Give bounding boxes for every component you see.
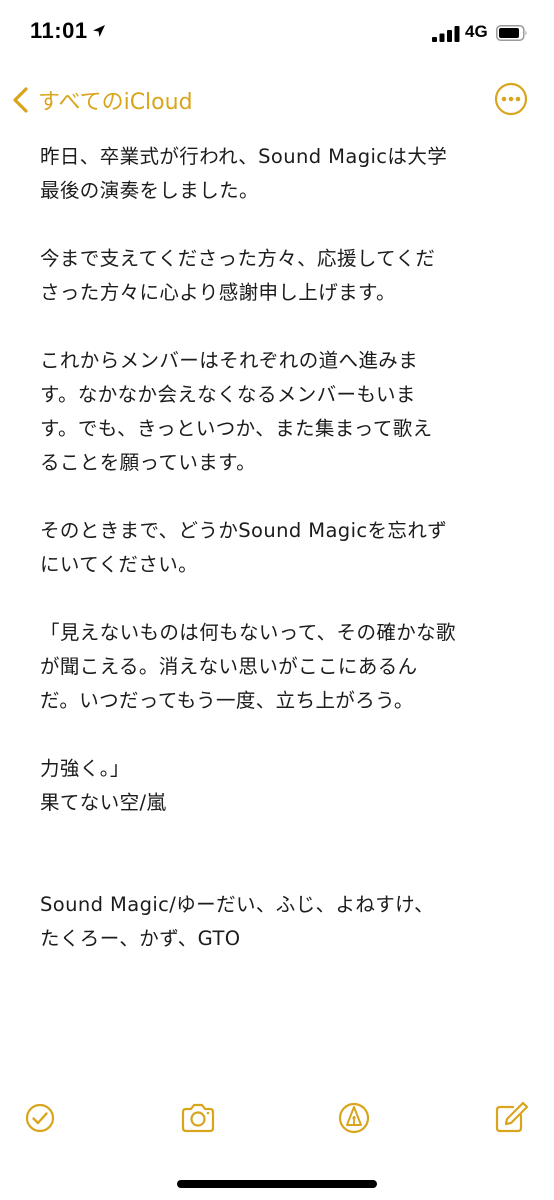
back-button-label: すべてのiCloud bbox=[38, 90, 193, 115]
note-blank-line bbox=[40, 718, 520, 752]
note-line: 力強く。」 bbox=[40, 757, 130, 780]
back-button[interactable]: すべてのiCloud bbox=[10, 80, 193, 120]
note-line: そのときまで、どうかSound Magicを忘れず bbox=[40, 519, 448, 542]
note-blank-line bbox=[40, 310, 520, 344]
note-blank-line bbox=[40, 854, 520, 888]
note-line: Sound Magic/ゆーだい、ふじ、よねすけ、 bbox=[40, 893, 434, 916]
home-indicator bbox=[177, 1180, 377, 1188]
compose-icon[interactable] bbox=[490, 1098, 530, 1138]
network-type-label: 4G bbox=[465, 22, 488, 41]
note-body[interactable]: 昨日、卒業式が行われ、Sound Magicは大学 最後の演奏をしました。今まで支… bbox=[40, 140, 520, 956]
note-line: ることを願っています。 bbox=[40, 451, 256, 474]
note-blank-line bbox=[40, 820, 520, 854]
ellipsis-circle-icon[interactable] bbox=[494, 82, 528, 116]
status-time: 11:01 bbox=[30, 18, 88, 43]
note-blank-line bbox=[40, 208, 520, 242]
note-blank-line bbox=[40, 582, 520, 616]
note-line: 「見えないものは何もないって、その確かな歌 bbox=[40, 621, 456, 644]
note-blank-line bbox=[40, 480, 520, 514]
note-line: だ。いつだってもう一度、立ち上がろう。 bbox=[40, 689, 414, 712]
note-line: 昨日、卒業式が行われ、Sound Magicは大学 bbox=[40, 145, 448, 168]
checkmark-circle-icon[interactable] bbox=[22, 1098, 62, 1138]
chevron-left-icon bbox=[13, 87, 28, 113]
note-line: これからメンバーはそれぞれの道へ進みま bbox=[40, 349, 419, 372]
note-line: 今まで支えてくださった方々、応援してくだ bbox=[40, 247, 436, 270]
note-line: す。でも、きっといつか、また集まって歌え bbox=[40, 417, 433, 440]
location-arrow-icon bbox=[93, 25, 105, 37]
note-line: にいてください。 bbox=[40, 553, 199, 576]
note-line: す。なかなか会えなくなるメンバーもいま bbox=[40, 383, 416, 406]
camera-icon[interactable] bbox=[178, 1098, 218, 1138]
note-line: が聞こえる。消えない思いがここにあるん bbox=[40, 655, 418, 678]
bottom-toolbar bbox=[0, 1090, 554, 1150]
note-line: 果てない空/嵐 bbox=[40, 791, 167, 814]
status-bar: 11:01 4G bbox=[0, 0, 554, 70]
note-line: 最後の演奏をしました。 bbox=[40, 179, 259, 202]
battery-icon bbox=[496, 25, 527, 41]
navigation-bar: すべてのiCloud bbox=[0, 70, 554, 130]
cellular-signal-icon bbox=[432, 26, 460, 42]
note-line: たくろー、かず、GTO bbox=[40, 927, 241, 950]
pen-tip-circle-icon[interactable] bbox=[334, 1098, 374, 1138]
note-line: さった方々に心より感謝申し上げます。 bbox=[40, 281, 396, 304]
